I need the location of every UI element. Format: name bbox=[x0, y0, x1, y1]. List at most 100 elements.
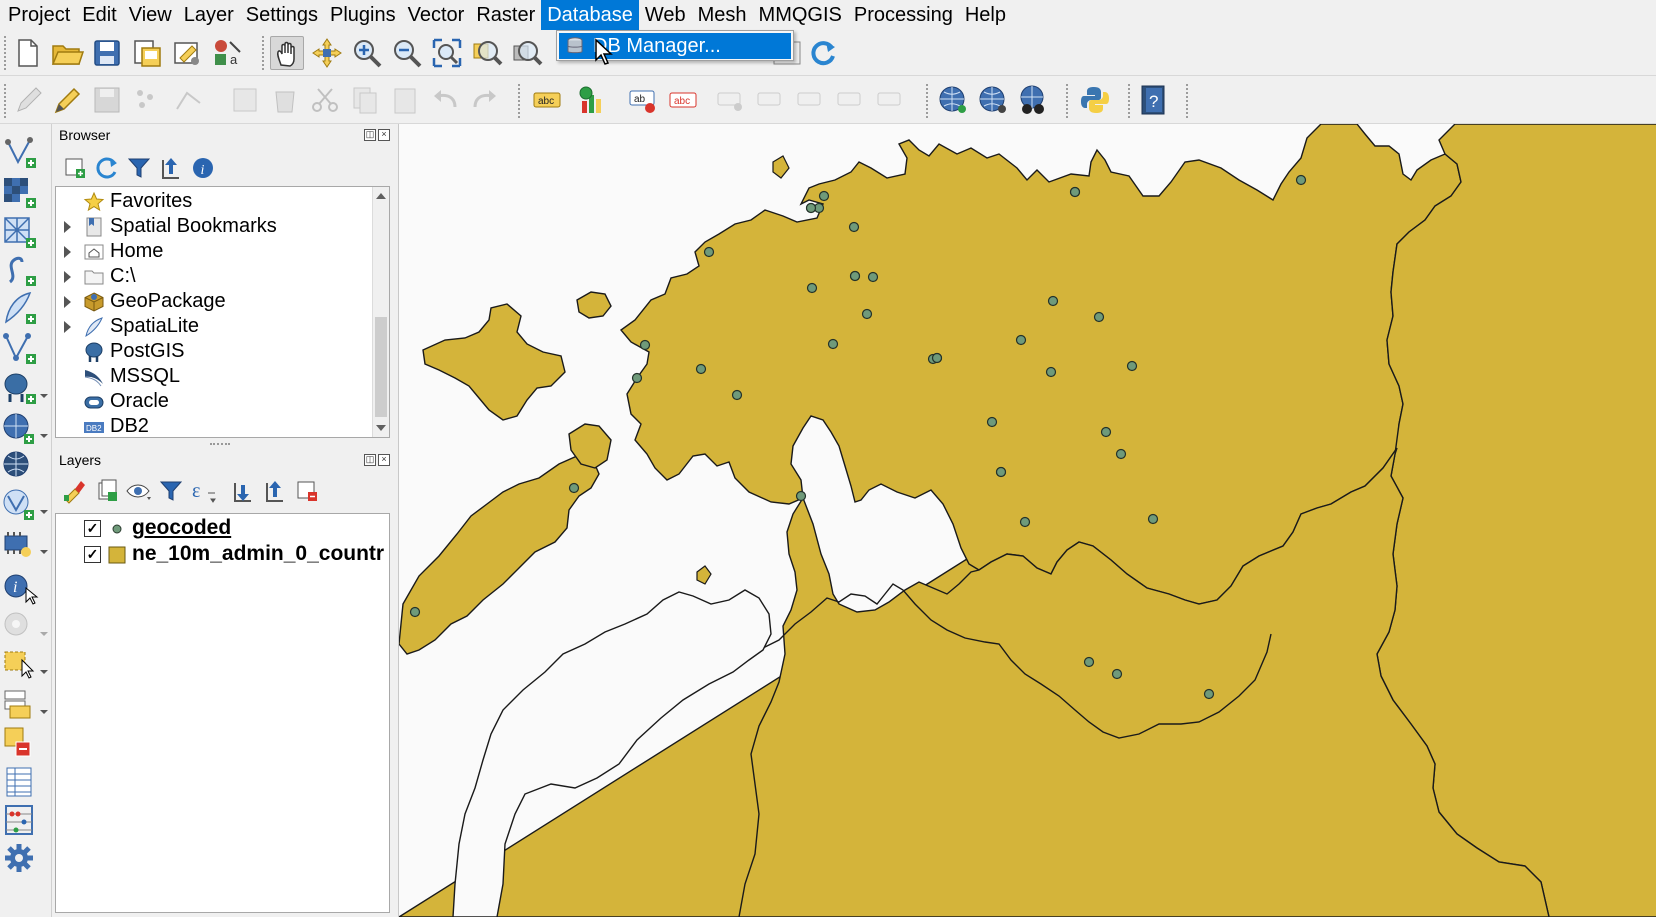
geocoded-point-marker[interactable] bbox=[1111, 668, 1123, 680]
expand-arrow-icon[interactable] bbox=[64, 271, 71, 283]
browser-item-c-drive[interactable]: C:\ bbox=[56, 264, 389, 290]
expand-all-icon[interactable] bbox=[229, 477, 257, 505]
rotate-label-icon[interactable] bbox=[834, 83, 868, 117]
browser-item-postgis[interactable]: PostGIS bbox=[56, 339, 389, 365]
scroll-down-arrow-icon[interactable] bbox=[376, 425, 386, 431]
geocoded-point-marker[interactable] bbox=[1019, 516, 1031, 528]
new-print-layout-icon[interactable] bbox=[130, 36, 164, 70]
scroll-thumb[interactable] bbox=[375, 317, 387, 417]
menu-edit[interactable]: Edit bbox=[76, 0, 122, 30]
add-postgis-layer-icon[interactable] bbox=[2, 370, 48, 406]
filter-legend-icon[interactable] bbox=[157, 477, 185, 505]
geocoded-point-marker[interactable] bbox=[409, 606, 421, 618]
menu-view[interactable]: View bbox=[123, 0, 178, 30]
layout-manager-icon[interactable] bbox=[170, 36, 204, 70]
layer-labeling-options-icon[interactable]: abc bbox=[530, 83, 564, 117]
highlight-pinned-labels-icon[interactable]: ab bbox=[626, 83, 660, 117]
new-vector-layer-icon[interactable] bbox=[2, 134, 48, 170]
geocoded-point-marker[interactable] bbox=[1083, 656, 1095, 668]
geocoded-point-marker[interactable] bbox=[731, 389, 743, 401]
delete-selected-icon[interactable] bbox=[268, 83, 302, 117]
toggle-display-of-unplaced-labels-icon[interactable]: abc bbox=[666, 83, 700, 117]
layer-row-geocoded[interactable]: ✓ geocoded bbox=[56, 516, 389, 542]
geocoded-point-marker[interactable] bbox=[631, 372, 643, 384]
add-spatialite-layer-icon[interactable] bbox=[2, 290, 48, 326]
geocoded-point-marker[interactable] bbox=[703, 246, 715, 258]
add-wfs-layer-globe-icon[interactable] bbox=[976, 83, 1010, 117]
filter-browser-icon[interactable] bbox=[125, 154, 153, 182]
change-label-icon[interactable] bbox=[874, 83, 908, 117]
add-wms-layer-globe-icon[interactable] bbox=[936, 83, 970, 117]
browser-item-favorites[interactable]: Favorites bbox=[56, 189, 389, 215]
layer-diagram-options-icon[interactable] bbox=[574, 83, 608, 117]
layer-visibility-checkbox[interactable]: ✓ bbox=[84, 520, 101, 537]
refresh-icon[interactable] bbox=[806, 36, 840, 70]
add-gps-layer-icon[interactable] bbox=[2, 526, 48, 562]
manage-map-themes-eye-icon[interactable] bbox=[125, 477, 153, 505]
zoom-out-icon[interactable] bbox=[390, 36, 424, 70]
zoom-full-icon[interactable] bbox=[430, 36, 464, 70]
add-raster-layer-icon[interactable] bbox=[2, 174, 48, 210]
add-mesh-layer-icon[interactable] bbox=[2, 214, 48, 250]
identify-features-icon[interactable]: i bbox=[2, 570, 48, 606]
geocoded-point-marker[interactable] bbox=[849, 270, 861, 282]
expand-arrow-icon[interactable] bbox=[64, 296, 71, 308]
current-edits-icon[interactable] bbox=[12, 83, 46, 117]
run-feature-action-icon[interactable] bbox=[2, 608, 48, 644]
select-features-icon[interactable] bbox=[2, 646, 48, 682]
toolbar-grip[interactable] bbox=[1128, 84, 1131, 118]
browser-item-spatialite[interactable]: SpatiaLite bbox=[56, 314, 389, 340]
menu-plugins[interactable]: Plugins bbox=[324, 0, 402, 30]
undo-icon[interactable] bbox=[428, 83, 462, 117]
menu-processing[interactable]: Processing bbox=[848, 0, 959, 30]
browser-item-home[interactable]: Home bbox=[56, 239, 389, 265]
toolbar-grip[interactable] bbox=[4, 84, 7, 118]
zoom-to-layer-icon[interactable] bbox=[510, 36, 544, 70]
map-canvas[interactable] bbox=[398, 124, 1656, 917]
style-manager-icon[interactable]: a bbox=[210, 36, 244, 70]
cut-features-icon[interactable] bbox=[308, 83, 342, 117]
toolbar-grip[interactable] bbox=[262, 36, 265, 70]
toolbar-grip[interactable] bbox=[518, 84, 521, 118]
move-label-icon[interactable] bbox=[794, 83, 828, 117]
geocoded-point-marker[interactable] bbox=[1203, 688, 1215, 700]
refresh-browser-icon[interactable] bbox=[93, 154, 121, 182]
expand-arrow-icon[interactable] bbox=[64, 221, 71, 233]
select-by-value-icon[interactable] bbox=[2, 686, 48, 722]
redo-icon[interactable] bbox=[468, 83, 502, 117]
new-project-icon[interactable] bbox=[10, 36, 44, 70]
open-project-icon[interactable] bbox=[50, 36, 84, 70]
copy-features-icon[interactable] bbox=[348, 83, 382, 117]
add-wcs-layer-icon[interactable] bbox=[2, 448, 48, 484]
enable-properties-widget-info-icon[interactable]: i bbox=[189, 154, 217, 182]
browser-scrollbar[interactable] bbox=[372, 187, 389, 437]
float-panel-icon[interactable]: ◫ bbox=[364, 454, 376, 466]
geocoded-point-marker[interactable] bbox=[806, 282, 818, 294]
expand-arrow-icon[interactable] bbox=[64, 246, 71, 258]
add-virtual-layer-icon[interactable] bbox=[2, 330, 48, 366]
geocoded-point-marker[interactable] bbox=[1147, 513, 1159, 525]
browser-item-mssql[interactable]: MSSQL bbox=[56, 364, 389, 390]
pan-map-icon[interactable] bbox=[270, 36, 304, 70]
geocoded-point-marker[interactable] bbox=[1093, 311, 1105, 323]
modify-attributes-icon[interactable] bbox=[228, 83, 262, 117]
menu-web[interactable]: Web bbox=[639, 0, 692, 30]
add-group-icon[interactable] bbox=[93, 477, 121, 505]
collapse-all-icon[interactable] bbox=[157, 154, 185, 182]
menu-mesh[interactable]: Mesh bbox=[692, 0, 753, 30]
add-vector-tile-layer-icon[interactable] bbox=[2, 486, 48, 522]
geocoded-point-marker[interactable] bbox=[1045, 366, 1057, 378]
menu-vector[interactable]: Vector bbox=[402, 0, 471, 30]
browser-item-db2[interactable]: DB2 DB2 bbox=[56, 414, 389, 437]
zoom-to-selection-icon[interactable] bbox=[470, 36, 504, 70]
vertex-tool-icon[interactable] bbox=[172, 83, 206, 117]
geocoded-point-marker[interactable] bbox=[795, 490, 807, 502]
zoom-in-icon[interactable] bbox=[350, 36, 384, 70]
menu-raster[interactable]: Raster bbox=[470, 0, 541, 30]
menu-database[interactable]: Database bbox=[541, 0, 639, 30]
geocoded-point-marker[interactable] bbox=[1069, 186, 1081, 198]
filter-legend-by-expression-icon[interactable]: ε bbox=[189, 477, 217, 505]
save-edits-icon[interactable] bbox=[90, 83, 124, 117]
toolbar-grip[interactable] bbox=[4, 36, 7, 70]
collapse-all-layers-icon[interactable] bbox=[261, 477, 289, 505]
